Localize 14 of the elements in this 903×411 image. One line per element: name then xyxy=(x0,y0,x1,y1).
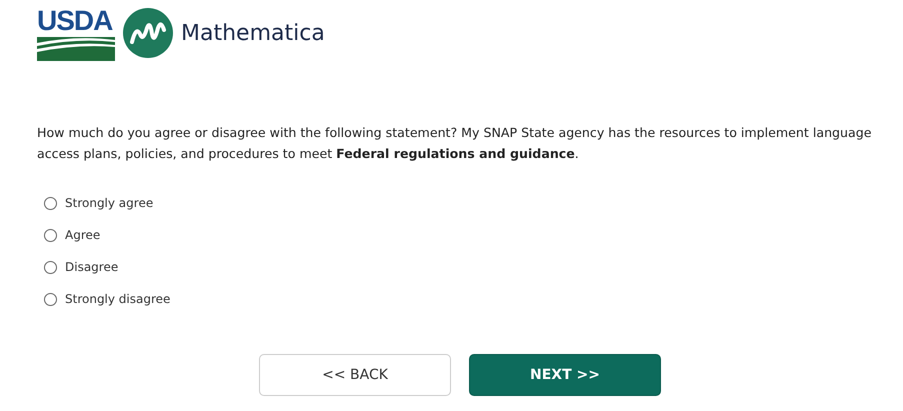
next-button[interactable]: NEXT >> xyxy=(469,354,661,396)
usda-logo: USDA xyxy=(37,5,115,61)
logo-text: Mathematica xyxy=(181,20,325,46)
option-label[interactable]: Strongly disagree xyxy=(65,292,170,306)
radio-button[interactable] xyxy=(44,228,57,242)
back-button[interactable]: << BACK xyxy=(259,354,451,396)
option-label[interactable]: Agree xyxy=(65,228,100,242)
radio-button[interactable] xyxy=(44,292,57,306)
option-label[interactable]: Disagree xyxy=(65,260,118,274)
question-text: How much do you agree or disagree with the following statement? My SNAP State agency has the resources to implement language access plans, policies, and procedures to meet Federal regulations and guidance. xyxy=(37,124,872,163)
wave-logo-icon xyxy=(123,8,173,58)
radio-button[interactable] xyxy=(44,260,57,274)
option-label[interactable]: Strongly agree xyxy=(65,196,154,210)
radio-button[interactable] xyxy=(44,196,57,210)
